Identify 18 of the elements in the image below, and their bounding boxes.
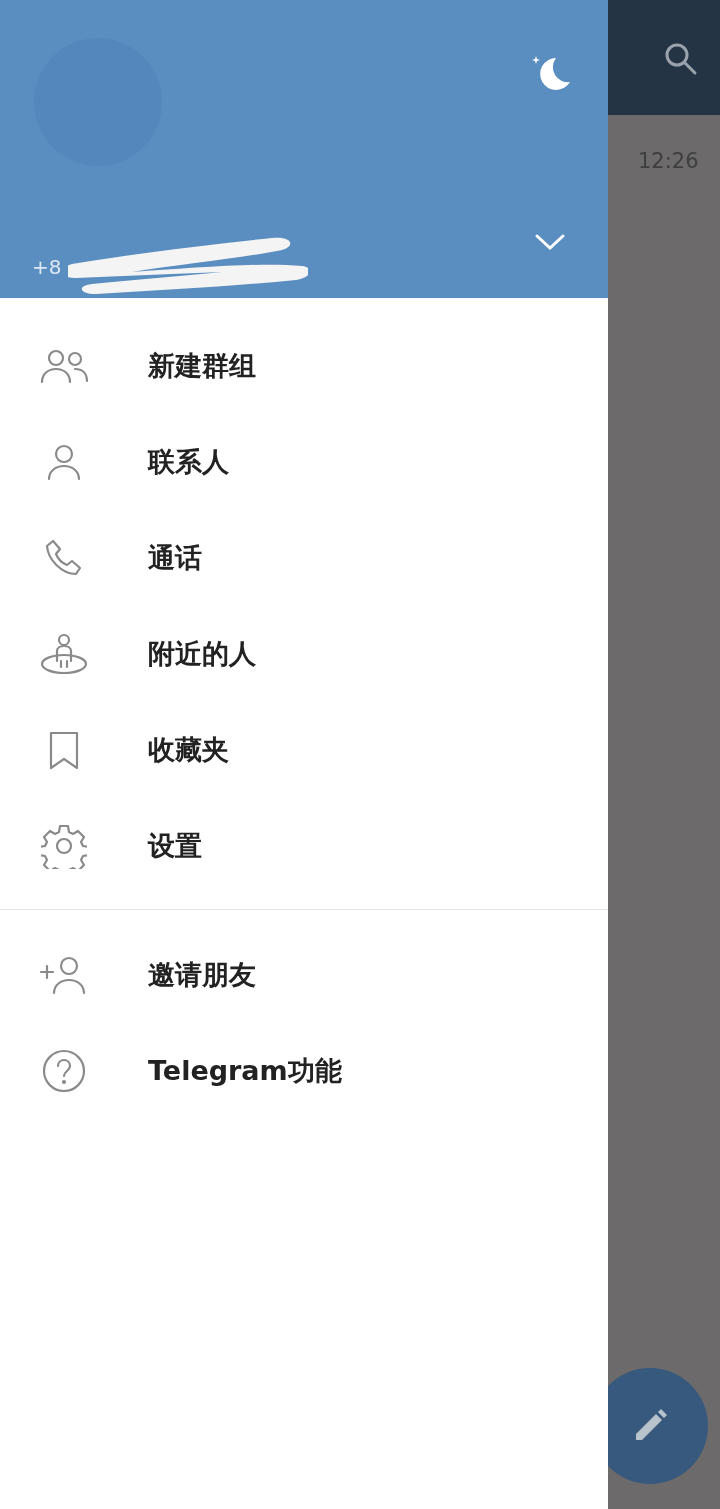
- menu-item[interactable]: 联系人: [0, 414, 608, 510]
- search-icon[interactable]: [664, 42, 698, 76]
- person-icon: [46, 443, 82, 481]
- person-on-circle-icon: [39, 633, 89, 675]
- menu-item[interactable]: 通话: [0, 510, 608, 606]
- bookmark-icon: [47, 730, 81, 770]
- menu-item[interactable]: 新建群组: [0, 318, 608, 414]
- menu-item[interactable]: 收藏夹: [0, 702, 608, 798]
- settings-icon: [41, 823, 87, 869]
- menu-item[interactable]: 附近的人: [0, 606, 608, 702]
- chevron-down-icon[interactable]: [534, 232, 566, 252]
- help-icon: [41, 1048, 87, 1094]
- menu-item[interactable]: Telegram功能: [0, 1023, 608, 1119]
- phone-icon: [44, 538, 84, 578]
- menu-item[interactable]: 设置: [0, 798, 608, 894]
- menu-item[interactable]: 邀请朋友: [0, 927, 608, 1023]
- group-icon: [39, 348, 89, 384]
- phone-number: +8: [32, 254, 62, 281]
